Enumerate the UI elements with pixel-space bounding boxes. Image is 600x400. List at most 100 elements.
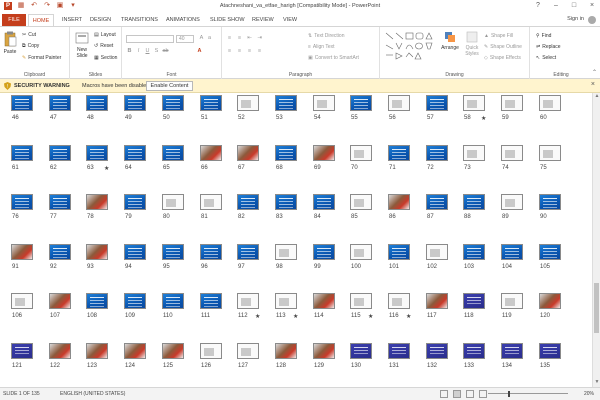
slide-thumbnail[interactable] bbox=[350, 95, 372, 111]
close-security-bar-icon[interactable]: × bbox=[591, 81, 595, 88]
slide-thumbnail[interactable] bbox=[275, 194, 297, 210]
slide-thumbnail[interactable] bbox=[162, 194, 184, 210]
shapes-gallery-icon[interactable] bbox=[384, 31, 440, 63]
slide-thumbnail[interactable] bbox=[124, 95, 146, 111]
slide-thumbnail[interactable] bbox=[237, 343, 259, 359]
slide-sorter-view-icon[interactable] bbox=[453, 390, 461, 398]
slide-thumbnail[interactable] bbox=[11, 244, 33, 260]
slide-thumbnail[interactable] bbox=[124, 343, 146, 359]
slide-thumbnail[interactable] bbox=[313, 95, 335, 111]
paste-button[interactable]: Paste bbox=[2, 31, 18, 55]
slide-thumbnail[interactable] bbox=[539, 244, 561, 260]
slide-thumbnail[interactable] bbox=[237, 194, 259, 210]
slide-thumbnail[interactable] bbox=[501, 343, 523, 359]
section-button[interactable]: ▦ Section bbox=[94, 55, 117, 61]
slide-thumbnail[interactable] bbox=[388, 244, 410, 260]
slide-thumbnail[interactable] bbox=[388, 145, 410, 161]
tab-home[interactable]: HOME bbox=[28, 14, 54, 26]
align-right-icon[interactable]: ≡ bbox=[246, 48, 253, 55]
slide-thumbnail[interactable] bbox=[49, 293, 71, 309]
slideshow-view-icon[interactable] bbox=[479, 390, 487, 398]
convert-smartart-button[interactable]: ▣ Convert to SmartArt bbox=[308, 55, 359, 61]
align-left-icon[interactable]: ≡ bbox=[226, 48, 233, 55]
slide-thumbnail[interactable] bbox=[200, 145, 222, 161]
slide-thumbnail[interactable] bbox=[501, 194, 523, 210]
slide-thumbnail[interactable] bbox=[350, 244, 372, 260]
cut-button[interactable]: ✂ Cut bbox=[22, 32, 36, 38]
numbering-icon[interactable]: ≡ bbox=[236, 35, 243, 42]
shape-outline-button[interactable]: ✎ Shape Outline bbox=[484, 44, 522, 50]
slide-thumbnail[interactable] bbox=[501, 145, 523, 161]
tab-animations[interactable]: ANIMATIONS bbox=[166, 14, 200, 26]
justify-icon[interactable]: ≡ bbox=[256, 48, 263, 55]
tab-insert[interactable]: INSERT bbox=[62, 14, 82, 26]
slide-thumbnail[interactable] bbox=[539, 95, 561, 111]
slide-thumbnail[interactable] bbox=[313, 293, 335, 309]
slide-thumbnail[interactable] bbox=[49, 343, 71, 359]
tab-slide-show[interactable]: SLIDE SHOW bbox=[210, 14, 245, 26]
slide-thumbnail[interactable] bbox=[162, 343, 184, 359]
bullets-icon[interactable]: ≡ bbox=[226, 35, 233, 42]
slide-thumbnail[interactable] bbox=[275, 244, 297, 260]
slide-thumbnail[interactable] bbox=[463, 244, 485, 260]
slide-thumbnail[interactable] bbox=[463, 293, 485, 309]
slide-thumbnail[interactable] bbox=[200, 95, 222, 111]
slide-thumbnail[interactable] bbox=[49, 194, 71, 210]
slide-thumbnail[interactable] bbox=[49, 244, 71, 260]
new-slide-button[interactable]: New Slide bbox=[72, 31, 92, 59]
slide-thumbnail[interactable] bbox=[501, 95, 523, 111]
slide-thumbnail[interactable] bbox=[11, 293, 33, 309]
slide-thumbnail[interactable] bbox=[313, 145, 335, 161]
slide-thumbnail[interactable] bbox=[426, 244, 448, 260]
slide-thumbnail[interactable] bbox=[49, 145, 71, 161]
slide-thumbnail[interactable] bbox=[463, 194, 485, 210]
select-button[interactable]: ↖ Select bbox=[536, 55, 556, 61]
slide-thumbnail[interactable] bbox=[313, 343, 335, 359]
italic-icon[interactable]: I bbox=[135, 48, 142, 55]
slide-thumbnail[interactable] bbox=[86, 145, 108, 161]
font-color-icon[interactable]: A bbox=[196, 48, 203, 55]
slide-thumbnail[interactable] bbox=[539, 194, 561, 210]
scroll-down-icon[interactable]: ▼ bbox=[593, 379, 600, 387]
shadow-icon[interactable]: S bbox=[153, 48, 160, 55]
slide-thumbnail[interactable] bbox=[200, 244, 222, 260]
slide-thumbnail[interactable] bbox=[426, 95, 448, 111]
slide-thumbnail[interactable] bbox=[501, 293, 523, 309]
slide-thumbnail[interactable] bbox=[162, 244, 184, 260]
decrease-indent-icon[interactable]: ⇤ bbox=[246, 35, 253, 42]
tab-design[interactable]: DESIGN bbox=[90, 14, 111, 26]
slide-thumbnail[interactable] bbox=[388, 95, 410, 111]
slide-thumbnail[interactable] bbox=[86, 343, 108, 359]
slide-thumbnail[interactable] bbox=[313, 194, 335, 210]
arrange-button[interactable]: Arrange bbox=[440, 31, 460, 51]
slide-thumbnail[interactable] bbox=[539, 293, 561, 309]
slide-thumbnail[interactable] bbox=[162, 293, 184, 309]
normal-view-icon[interactable] bbox=[440, 390, 448, 398]
slide-thumbnail[interactable] bbox=[200, 194, 222, 210]
shape-effects-button[interactable]: ◇ Shape Effects bbox=[484, 55, 521, 61]
slide-thumbnail[interactable] bbox=[124, 194, 146, 210]
slide-thumbnail[interactable] bbox=[350, 343, 372, 359]
collapse-ribbon-icon[interactable]: ⌃ bbox=[592, 69, 597, 76]
help-button[interactable]: ? bbox=[532, 1, 544, 11]
slide-thumbnail[interactable] bbox=[539, 343, 561, 359]
format-painter-button[interactable]: ✎ Format Painter bbox=[22, 55, 61, 61]
slide-thumbnail[interactable] bbox=[11, 194, 33, 210]
slide-thumbnail[interactable] bbox=[275, 293, 297, 309]
quick-styles-button[interactable]: Quick Styles bbox=[462, 31, 482, 57]
slide-thumbnail[interactable] bbox=[237, 244, 259, 260]
maximize-button[interactable]: □ bbox=[568, 1, 580, 11]
slide-thumbnail[interactable] bbox=[237, 293, 259, 309]
slide-thumbnail[interactable] bbox=[426, 343, 448, 359]
decrease-font-icon[interactable]: a bbox=[206, 35, 213, 42]
center-icon[interactable]: ≡ bbox=[236, 48, 243, 55]
find-button[interactable]: ⚲ Find bbox=[536, 33, 551, 39]
slide-thumbnail[interactable] bbox=[501, 244, 523, 260]
slide-thumbnail[interactable] bbox=[388, 343, 410, 359]
tab-file[interactable]: FILE bbox=[2, 14, 26, 26]
language-status[interactable]: ENGLISH (UNITED STATES) bbox=[60, 391, 125, 397]
slide-thumbnail[interactable] bbox=[350, 145, 372, 161]
minimize-button[interactable]: – bbox=[550, 1, 562, 11]
tab-review[interactable]: REVIEW bbox=[252, 14, 274, 26]
zoom-slider[interactable] bbox=[488, 393, 568, 394]
